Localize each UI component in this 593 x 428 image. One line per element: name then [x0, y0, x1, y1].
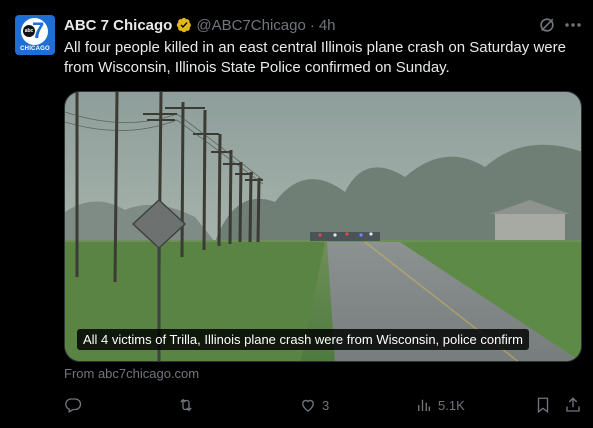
share-button[interactable] [564, 394, 582, 416]
link-source[interactable]: From abc7chicago.com [64, 366, 199, 381]
views-icon [418, 399, 430, 411]
avatar[interactable]: abc 7 CHICAGO [15, 15, 55, 55]
tweet-media[interactable]: All 4 victims of Trilla, Illinois plane … [64, 91, 582, 362]
timestamp[interactable]: 4h [319, 17, 336, 34]
logo-number: 7 [32, 18, 45, 43]
bookmark-icon [537, 397, 549, 414]
bookmark-button[interactable] [534, 394, 552, 416]
tweet-text: All four people killed in an east centra… [64, 39, 566, 76]
separator-dot: · [309, 16, 315, 34]
repost-button[interactable] [177, 394, 200, 416]
like-icon [302, 399, 314, 412]
more-icon[interactable] [563, 16, 583, 34]
media-caption: All 4 victims of Trilla, Illinois plane … [77, 329, 529, 350]
views-count: 5.1K [438, 397, 465, 413]
reply-button[interactable] [64, 394, 87, 416]
crash-scene-photo [65, 92, 581, 361]
display-name[interactable]: ABC 7 Chicago [64, 17, 172, 34]
logo-city: CHICAGO [20, 46, 50, 52]
repost-icon [180, 398, 192, 412]
views-button[interactable]: 5.1K [415, 394, 465, 416]
like-count: 3 [322, 397, 330, 413]
like-button[interactable]: 3 [299, 394, 329, 416]
tweet-header: ABC 7 Chicago @ABC7Chicago · 4h [64, 15, 336, 35]
handle[interactable]: @ABC7Chicago [196, 17, 305, 34]
share-icon [566, 397, 580, 412]
action-bar: 3 5.1K [64, 394, 584, 416]
grok-icon[interactable] [538, 16, 556, 34]
reply-icon [65, 398, 82, 413]
verified-badge-icon[interactable] [176, 17, 192, 33]
